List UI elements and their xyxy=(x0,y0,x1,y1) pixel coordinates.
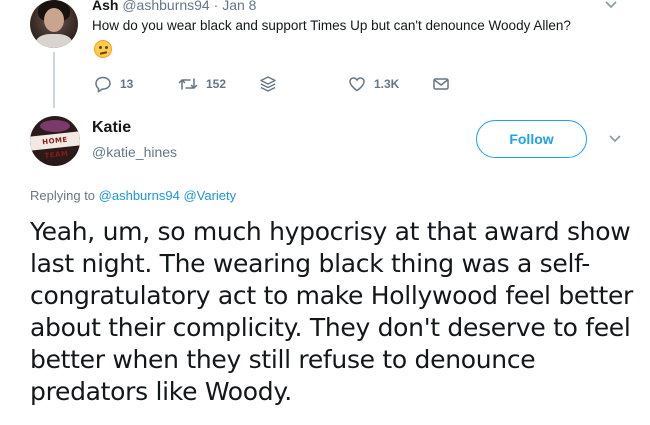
parent-author-name[interactable]: Ash xyxy=(92,0,118,13)
retweet-count: 152 xyxy=(206,77,227,91)
parent-author-handle[interactable]: @ashburns94 xyxy=(122,0,209,13)
like-count: 1.3K xyxy=(374,77,400,91)
tweet-thread: Ash @ashburns94 · Jan 8 How do you wear … xyxy=(0,0,650,425)
like-action[interactable]: 1.3K xyxy=(348,74,399,94)
replying-to-line: Replying to @ashburns94 @Variety xyxy=(30,188,236,203)
reply-count: 13 xyxy=(120,77,134,91)
chevron-down-icon[interactable] xyxy=(608,134,622,144)
direct-message-action[interactable] xyxy=(432,74,450,94)
reply-action[interactable]: 13 xyxy=(94,74,133,94)
avatar-banner-text: HOME TEAM xyxy=(30,131,80,160)
mention-link[interactable]: @Variety xyxy=(183,188,236,203)
parent-timestamp[interactable]: Jan 8 xyxy=(222,0,256,13)
reply-icon xyxy=(95,76,111,93)
thread-connector-line xyxy=(53,52,55,108)
parent-separator: · xyxy=(213,0,219,13)
chevron-down-icon[interactable] xyxy=(604,0,618,10)
mention-link[interactable]: @ashburns94 xyxy=(99,188,180,203)
parent-tweet-text: How do you wear black and support Times … xyxy=(92,18,571,33)
retweet-action[interactable]: 152 xyxy=(178,74,226,94)
reply-author-name[interactable]: Katie xyxy=(92,119,131,137)
thinking-face-icon xyxy=(94,40,112,58)
reply-tweet-text: Yeah, um, so much hypocrisy at that awar… xyxy=(30,217,634,406)
parent-header: Ash @ashburns94 · Jan 8 xyxy=(92,0,256,14)
parent-avatar[interactable] xyxy=(30,0,78,48)
envelope-icon xyxy=(433,78,449,90)
heart-icon xyxy=(349,77,365,92)
follow-button[interactable]: Follow xyxy=(476,120,587,158)
reply-author-handle[interactable]: @katie_hines xyxy=(92,144,177,160)
replying-to-label: Replying to xyxy=(30,188,96,203)
stack-action[interactable] xyxy=(260,74,276,94)
retweet-icon xyxy=(178,78,198,90)
reply-author-avatar[interactable]: HOME TEAM xyxy=(30,116,80,166)
stack-layers-icon xyxy=(260,76,276,92)
